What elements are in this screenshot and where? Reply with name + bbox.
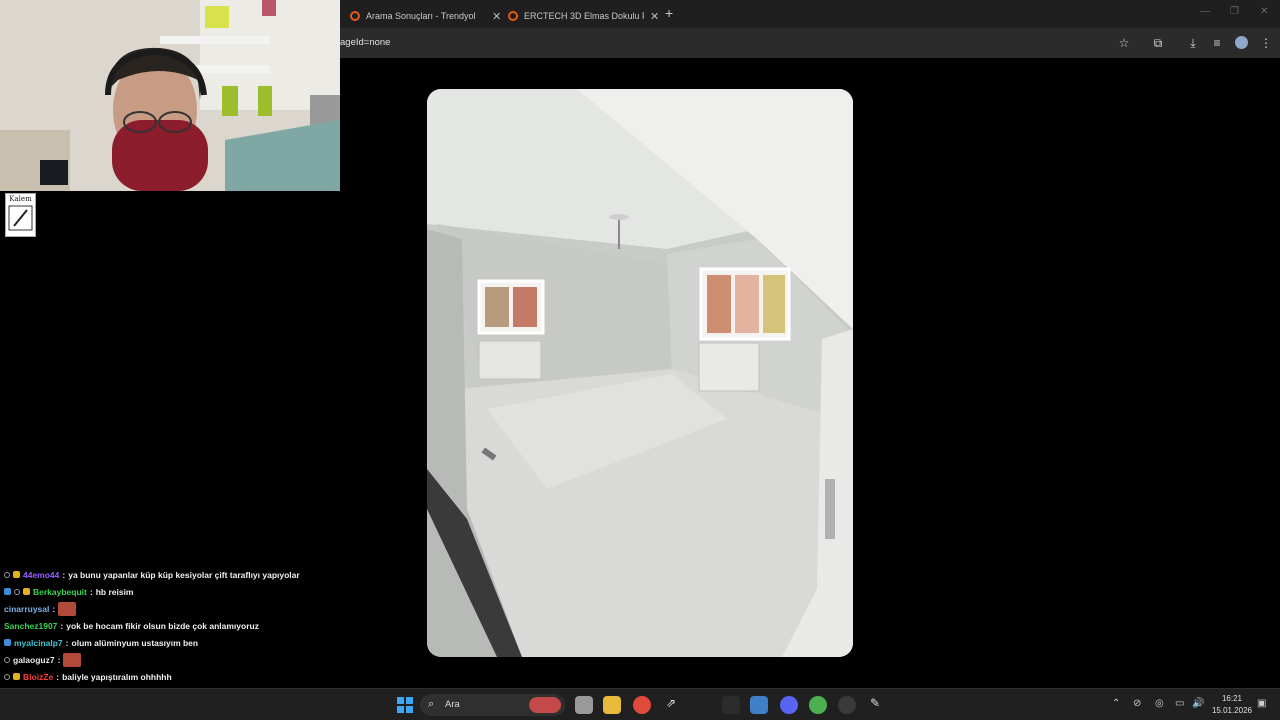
discord-icon[interactable] [780, 696, 798, 714]
chat-username[interactable]: BloizZe [23, 672, 53, 682]
chrome-profile-icon[interactable] [809, 696, 827, 714]
extensions-icon[interactable]: ⧉ [1150, 35, 1166, 51]
tab-label: Arama Sonuçları - Trendyol [366, 11, 476, 21]
maximize-icon[interactable]: ❐ [1230, 6, 1239, 17]
chat-separator: : [65, 637, 69, 648]
clock-time: 16:21 [1221, 694, 1243, 703]
tab-trendyol-search[interactable]: Arama Sonuçları - Trendyol ✕ [342, 4, 509, 28]
settings-app-icon[interactable] [750, 696, 768, 714]
new-tab-button[interactable]: + [665, 5, 673, 21]
grey-badge-icon [14, 588, 20, 595]
chat-separator: : [56, 671, 60, 682]
chrome-icon[interactable] [633, 696, 651, 714]
blue-badge-icon [4, 639, 11, 646]
gold-badge-icon [23, 588, 30, 595]
display-icon[interactable]: ▭ [1175, 698, 1184, 709]
chat-message: galaoguz7: [4, 651, 334, 668]
chat-text: yok be hocam fikir olsun bizde çok anlam… [66, 620, 259, 631]
chat-emote-icon [63, 652, 82, 667]
tab-label: ERCTECH 3D Elmas Dokulu Pvc [524, 11, 644, 21]
address-bar: ageId=none ☆ ⧉ ⤓ ≡ ⋮ [340, 28, 1280, 58]
gold-badge-icon [13, 571, 20, 578]
windows-start-icon[interactable] [396, 696, 414, 714]
cursor-app-icon[interactable] [722, 696, 740, 714]
chat-message: myalcinalp7: olum alüminyum ustasıyım ben [4, 634, 334, 651]
chat-separator: : [57, 654, 61, 665]
product-image-room[interactable] [427, 89, 853, 657]
chat-message: cinarruysal: [4, 600, 334, 617]
menu-kebab-icon[interactable]: ⋮ [1258, 35, 1274, 51]
pen-overlay-badge: Kalem [5, 193, 36, 237]
pen-tool-icon[interactable]: ✎ [866, 696, 884, 714]
streamer-webcam [0, 0, 340, 191]
webcam-feed [0, 0, 340, 191]
download-icon[interactable]: ⤓ [1185, 35, 1201, 51]
chat-text: baliyle yapıştıralım ohhhhh [62, 671, 172, 682]
chat-username[interactable]: galaoguz7 [13, 655, 55, 665]
task-view-icon[interactable] [575, 696, 593, 714]
chat-message: 44emo44: ya bunu yapanlar küp küp kesiyol… [4, 566, 334, 583]
profile-avatar-icon[interactable] [1235, 36, 1248, 49]
chat-text: hb reisim [95, 586, 134, 597]
network-off-icon[interactable]: ⊘ [1133, 698, 1141, 709]
minimize-icon[interactable]: — [1200, 6, 1210, 17]
search-icon: ⌕ [428, 698, 435, 710]
pen-icon [8, 205, 33, 231]
browser-tab-bar: Arama Sonuçları - Trendyol ✕ ERCTECH 3D … [340, 0, 1280, 28]
chat-username[interactable]: cinarruysal [4, 604, 49, 614]
chat-separator: : [89, 586, 93, 597]
chat-username[interactable]: Sanchez1907 [4, 621, 57, 631]
gold-badge-icon [13, 673, 20, 680]
chat-text: ya bunu yapanlar küp küp kesiyolar çift … [68, 569, 300, 580]
chat-message: BloizZe: baliyle yapıştıralım ohhhhh [4, 668, 334, 685]
microphone-icon[interactable]: ◎ [1155, 698, 1164, 709]
system-clock[interactable]: 16:21 15.01.2026 [1208, 693, 1256, 717]
reading-list-icon[interactable]: ≡ [1209, 35, 1225, 51]
grey-badge-icon [4, 673, 10, 680]
notification-icon[interactable]: ▣ [1257, 698, 1266, 709]
blue-badge-icon [4, 588, 11, 595]
close-window-icon[interactable]: ✕ [1260, 6, 1268, 17]
chat-separator: : [62, 569, 66, 580]
search-highlight-icon [529, 697, 561, 713]
volume-icon[interactable]: 🔊 [1192, 698, 1204, 709]
chat-separator: : [52, 603, 56, 614]
url-field[interactable]: ageId=none [340, 37, 390, 48]
chat-username[interactable]: myalcinalp7 [14, 638, 63, 648]
obs-icon[interactable] [838, 696, 856, 714]
trendyol-favicon-icon [508, 11, 518, 21]
tray-chevron-icon[interactable]: ⌃ [1112, 698, 1120, 709]
file-explorer-icon[interactable] [603, 696, 621, 714]
grey-badge-icon [4, 656, 10, 663]
chat-separator: : [60, 620, 64, 631]
badge-label: Kalem [9, 195, 32, 203]
chat-username[interactable]: Berkaybequit [33, 587, 87, 597]
app-icon[interactable]: ⇗ [662, 696, 680, 714]
trendyol-favicon-icon [350, 11, 360, 21]
grey-badge-icon [4, 571, 10, 578]
chat-emote-icon [58, 601, 77, 616]
room-photo [427, 89, 853, 657]
chat-username[interactable]: 44emo44 [23, 570, 59, 580]
bookmark-star-icon[interactable]: ☆ [1116, 35, 1132, 51]
clock-date: 15.01.2026 [1211, 706, 1253, 715]
tab-erctech-product[interactable]: ERCTECH 3D Elmas Dokulu Pvc ✕ [500, 4, 667, 28]
close-tab-icon[interactable]: ✕ [650, 10, 659, 23]
windows-taskbar: ⌕ Ara ⇗ ✎ ⌃ ⊘ ◎ ▭ 🔊 16:21 15.01.2026 ▣ [0, 688, 1280, 720]
taskbar-search[interactable]: ⌕ Ara [420, 694, 565, 716]
chat-text: olum alüminyum ustasıyım ben [71, 637, 199, 648]
search-label: Ara [445, 699, 460, 710]
chat-message: Berkaybequit: hb reisim [4, 583, 334, 600]
chat-message: Sanchez1907: yok be hocam fikir olsun biz… [4, 617, 334, 634]
